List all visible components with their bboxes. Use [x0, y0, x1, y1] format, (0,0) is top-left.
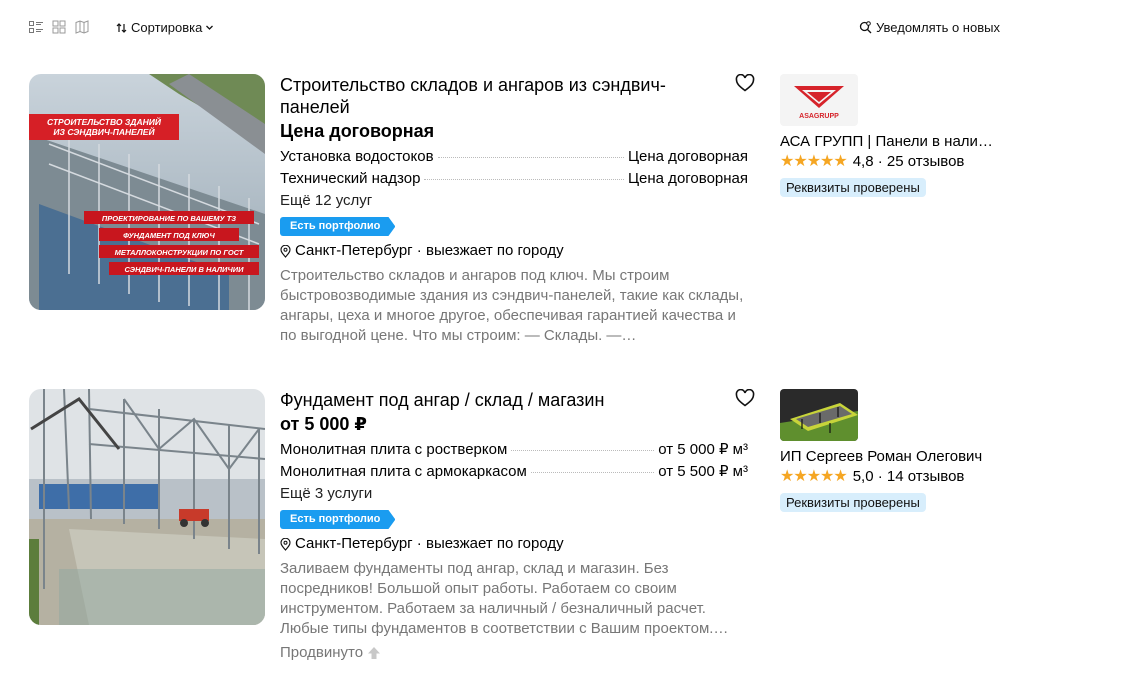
- promoted-text: Продвинуто: [280, 644, 364, 661]
- service-name: Монолитная плита с армокаркасом: [280, 463, 527, 480]
- image-line-4: СЭНДВИЧ-ПАНЕЛИ В НАЛИЧИИ: [124, 265, 244, 274]
- favorite-heart-icon[interactable]: [735, 389, 755, 407]
- seller-rating: ★★★★★ 4,8 · 25 отзывов: [780, 152, 1010, 172]
- svg-text:ИЗ СЭНДВИЧ-ПАНЕЛЕЙ: ИЗ СЭНДВИЧ-ПАНЕЛЕЙ: [53, 126, 155, 137]
- service-price: Цена договорная: [627, 148, 748, 165]
- map-view-icon[interactable]: [75, 20, 89, 34]
- portfolio-badge: Есть портфолио: [280, 510, 396, 529]
- service-name: Монолитная плита с ростверком: [280, 441, 508, 458]
- location-text: Санкт-Петербург · выезжает по городу: [295, 535, 564, 552]
- search-bell-icon: [859, 21, 872, 34]
- service-row: Установка водостоков Цена договорная: [280, 146, 748, 168]
- seller-name[interactable]: ИП Сергеев Роман Олегович: [780, 447, 1000, 467]
- listing-price: от 5 000 ₽: [280, 414, 367, 434]
- notify-button[interactable]: Уведомлять о новых: [859, 20, 1000, 35]
- arrow-up-icon: [368, 647, 381, 659]
- sort-button[interactable]: Сортировка: [116, 20, 214, 35]
- listing-body: Фундамент под ангар / склад / магазин от…: [280, 389, 750, 663]
- toolbar: Сортировка Уведомлять о новых: [29, 18, 1029, 40]
- service-row: Технический надзор Цена договорная: [280, 168, 748, 190]
- leader-dots: [511, 450, 655, 451]
- seller-block: ИП Сергеев Роман Олегович ★★★★★ 5,0 · 14…: [780, 389, 1010, 512]
- location-pin-icon: [280, 244, 291, 258]
- listing-photo[interactable]: СТРОИТЕЛЬСТВО ЗДАНИЙ ИЗ СЭНДВИЧ-ПАНЕЛЕЙ …: [29, 74, 265, 310]
- location-pin-icon: [280, 537, 291, 551]
- rating-text[interactable]: 4,8 · 25 отзывов: [853, 152, 965, 172]
- location: Санкт-Петербург · выезжает по городу: [280, 240, 750, 262]
- listing-price: Цена договорная: [280, 121, 435, 141]
- sort-arrows-icon: [116, 22, 127, 33]
- listing-title[interactable]: Фундамент под ангар / склад / магазин: [280, 389, 720, 411]
- service-name: Установка водостоков: [280, 148, 434, 165]
- image-line-1: ПРОЕКТИРОВАНИЕ ПО ВАШЕМУ ТЗ: [102, 214, 236, 223]
- seller-rating: ★★★★★ 5,0 · 14 отзывов: [780, 467, 1010, 487]
- service-row: Монолитная плита с ростверком от 5 000 ₽…: [280, 439, 748, 461]
- rating-stars-icon: ★★★★★: [780, 153, 848, 170]
- more-services-link[interactable]: Ещё 3 услуги: [280, 483, 372, 505]
- listing-description: Заливаем фундаменты под ангар, склад и м…: [280, 560, 729, 637]
- location: Санкт-Петербург · выезжает по городу: [280, 533, 750, 555]
- image-line-2: ФУНДАМЕНТ ПОД КЛЮЧ: [123, 231, 215, 240]
- rating-text[interactable]: 5,0 · 14 отзывов: [853, 467, 965, 487]
- listing-description: Строительство складов и ангаров под ключ…: [280, 267, 744, 344]
- notify-label: Уведомлять о новых: [876, 20, 1000, 35]
- listing-photo[interactable]: [29, 389, 265, 625]
- image-line-3: МЕТАЛЛОКОНСТРУКЦИИ ПО ГОСТ: [115, 248, 245, 257]
- rating-stars-icon: ★★★★★: [780, 468, 848, 485]
- services-list: Установка водостоков Цена договорная Тех…: [280, 146, 750, 190]
- favorite-heart-icon[interactable]: [735, 74, 755, 92]
- seller-name[interactable]: АСА ГРУПП | Панели в налич…: [780, 132, 1000, 152]
- chevron-down-icon: [206, 25, 214, 30]
- promoted-label: Продвинуто: [280, 643, 750, 663]
- more-services-link[interactable]: Ещё 12 услуг: [280, 190, 372, 212]
- location-text: Санкт-Петербург · выезжает по городу: [295, 242, 564, 259]
- service-row: Монолитная плита с армокаркасом от 5 500…: [280, 461, 748, 483]
- service-price: Цена договорная: [627, 170, 748, 187]
- view-switcher: [29, 20, 89, 34]
- leader-dots: [530, 472, 655, 473]
- sort-label: Сортировка: [131, 20, 203, 35]
- service-price: от 5 000 ₽ м³: [658, 441, 748, 458]
- seller-logo[interactable]: ASAGRUPP: [780, 74, 858, 126]
- seller-avatar[interactable]: [780, 389, 858, 441]
- verified-badge: Реквизиты проверены: [780, 178, 926, 197]
- portfolio-badge: Есть портфолио: [280, 217, 396, 236]
- listing-body: Строительство складов и ангаров из сэндв…: [280, 74, 750, 346]
- seller-logo-text: ASAGRUPP: [799, 113, 839, 120]
- service-name: Технический надзор: [280, 170, 421, 187]
- list-view-icon[interactable]: [29, 20, 43, 34]
- seller-block: ASAGRUPP АСА ГРУПП | Панели в налич… ★★★…: [780, 74, 1010, 197]
- image-banner-text: СТРОИТЕЛЬСТВО ЗДАНИЙ: [47, 116, 162, 127]
- listing-title[interactable]: Строительство складов и ангаров из сэндв…: [280, 74, 720, 118]
- grid-view-icon[interactable]: [52, 20, 66, 34]
- leader-dots: [437, 157, 624, 158]
- service-price: от 5 500 ₽ м³: [658, 463, 748, 480]
- verified-badge: Реквизиты проверены: [780, 493, 926, 512]
- leader-dots: [424, 179, 624, 180]
- services-list: Монолитная плита с ростверком от 5 000 ₽…: [280, 439, 750, 483]
